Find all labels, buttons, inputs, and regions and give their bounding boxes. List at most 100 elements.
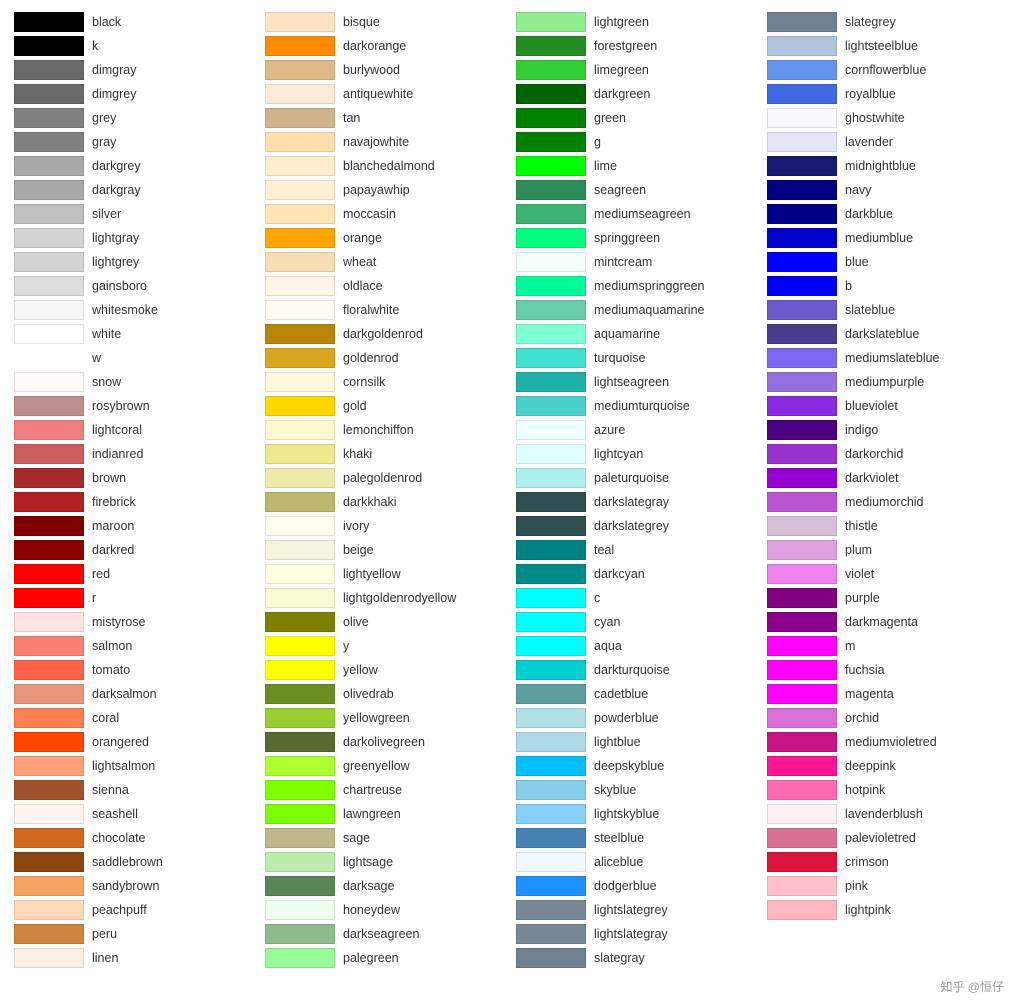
- color-name: deeppink: [845, 759, 896, 773]
- color-name: white: [92, 327, 121, 341]
- color-swatch: [767, 780, 837, 800]
- color-swatch: [767, 84, 837, 104]
- color-item: cornflowerblue: [763, 58, 1014, 82]
- color-item: mediumpurple: [763, 370, 1014, 394]
- color-item: aquamarine: [512, 322, 763, 346]
- color-item: orangered: [10, 730, 261, 754]
- color-name: darksalmon: [92, 687, 157, 701]
- color-item: lightgoldenrodyellow: [261, 586, 512, 610]
- color-name: darkorchid: [845, 447, 903, 461]
- color-item: lightblue: [512, 730, 763, 754]
- color-name: aquamarine: [594, 327, 660, 341]
- color-swatch: [14, 252, 84, 272]
- color-item: lightcyan: [512, 442, 763, 466]
- color-item: violet: [763, 562, 1014, 586]
- color-item: ghostwhite: [763, 106, 1014, 130]
- color-swatch: [767, 852, 837, 872]
- color-item: lightslategrey: [512, 898, 763, 922]
- color-item: seashell: [10, 802, 261, 826]
- color-swatch: [767, 564, 837, 584]
- color-swatch: [516, 204, 586, 224]
- color-item: y: [261, 634, 512, 658]
- color-name: lawngreen: [343, 807, 401, 821]
- color-item: bisque: [261, 10, 512, 34]
- color-item: floralwhite: [261, 298, 512, 322]
- color-swatch: [516, 276, 586, 296]
- color-name: cornsilk: [343, 375, 385, 389]
- color-item: darkslategrey: [512, 514, 763, 538]
- color-name: darkseagreen: [343, 927, 419, 941]
- color-swatch: [516, 60, 586, 80]
- color-swatch: [265, 276, 335, 296]
- color-name: lavenderblush: [845, 807, 923, 821]
- color-swatch: [516, 804, 586, 824]
- color-item: maroon: [10, 514, 261, 538]
- color-swatch: [265, 516, 335, 536]
- color-item: pink: [763, 874, 1014, 898]
- color-swatch: [14, 228, 84, 248]
- color-swatch: [265, 924, 335, 944]
- color-name: seagreen: [594, 183, 646, 197]
- color-item: steelblue: [512, 826, 763, 850]
- color-item: mediumvioletred: [763, 730, 1014, 754]
- color-name: honeydew: [343, 903, 400, 917]
- color-swatch: [14, 540, 84, 560]
- color-item: mediumseagreen: [512, 202, 763, 226]
- color-name: mediumspringgreen: [594, 279, 704, 293]
- color-name: navy: [845, 183, 871, 197]
- color-name: aqua: [594, 639, 622, 653]
- color-swatch: [516, 660, 586, 680]
- color-name: fuchsia: [845, 663, 885, 677]
- color-swatch: [516, 876, 586, 896]
- color-name: lightseagreen: [594, 375, 669, 389]
- color-item: blanchedalmond: [261, 154, 512, 178]
- color-swatch: [265, 228, 335, 248]
- color-swatch: [265, 252, 335, 272]
- color-item: mediumspringgreen: [512, 274, 763, 298]
- color-name: cadetblue: [594, 687, 648, 701]
- color-swatch: [767, 276, 837, 296]
- color-item: tomato: [10, 658, 261, 682]
- color-name: firebrick: [92, 495, 136, 509]
- color-swatch: [516, 588, 586, 608]
- color-swatch: [265, 156, 335, 176]
- color-name: sandybrown: [92, 879, 159, 893]
- color-name: thistle: [845, 519, 878, 533]
- color-item: chocolate: [10, 826, 261, 850]
- color-item: darkred: [10, 538, 261, 562]
- color-swatch: [14, 324, 84, 344]
- color-item: slategray: [512, 946, 763, 970]
- color-name: dodgerblue: [594, 879, 657, 893]
- color-swatch: [516, 228, 586, 248]
- color-swatch: [14, 468, 84, 488]
- color-swatch: [767, 588, 837, 608]
- color-item: olive: [261, 610, 512, 634]
- color-swatch: [265, 300, 335, 320]
- color-name: lightgrey: [92, 255, 139, 269]
- color-swatch: [767, 492, 837, 512]
- color-swatch: [14, 900, 84, 920]
- color-name: forestgreen: [594, 39, 657, 53]
- color-name: lightsteelblue: [845, 39, 918, 53]
- color-swatch: [767, 876, 837, 896]
- color-swatch: [14, 564, 84, 584]
- color-swatch: [265, 180, 335, 200]
- color-name: g: [594, 135, 601, 149]
- color-swatch: [767, 900, 837, 920]
- color-name: mistyrose: [92, 615, 145, 629]
- color-item: orange: [261, 226, 512, 250]
- color-name: chartreuse: [343, 783, 402, 797]
- color-swatch: [265, 900, 335, 920]
- color-item: forestgreen: [512, 34, 763, 58]
- color-swatch: [516, 444, 586, 464]
- color-name: ghostwhite: [845, 111, 905, 125]
- color-item: mistyrose: [10, 610, 261, 634]
- color-name: darkkhaki: [343, 495, 397, 509]
- color-item: lemonchiffon: [261, 418, 512, 442]
- color-name: lightsalmon: [92, 759, 155, 773]
- color-item: darkgray: [10, 178, 261, 202]
- color-name: b: [845, 279, 852, 293]
- color-name: darkgreen: [594, 87, 650, 101]
- color-name: yellowgreen: [343, 711, 410, 725]
- color-name: darkgoldenrod: [343, 327, 423, 341]
